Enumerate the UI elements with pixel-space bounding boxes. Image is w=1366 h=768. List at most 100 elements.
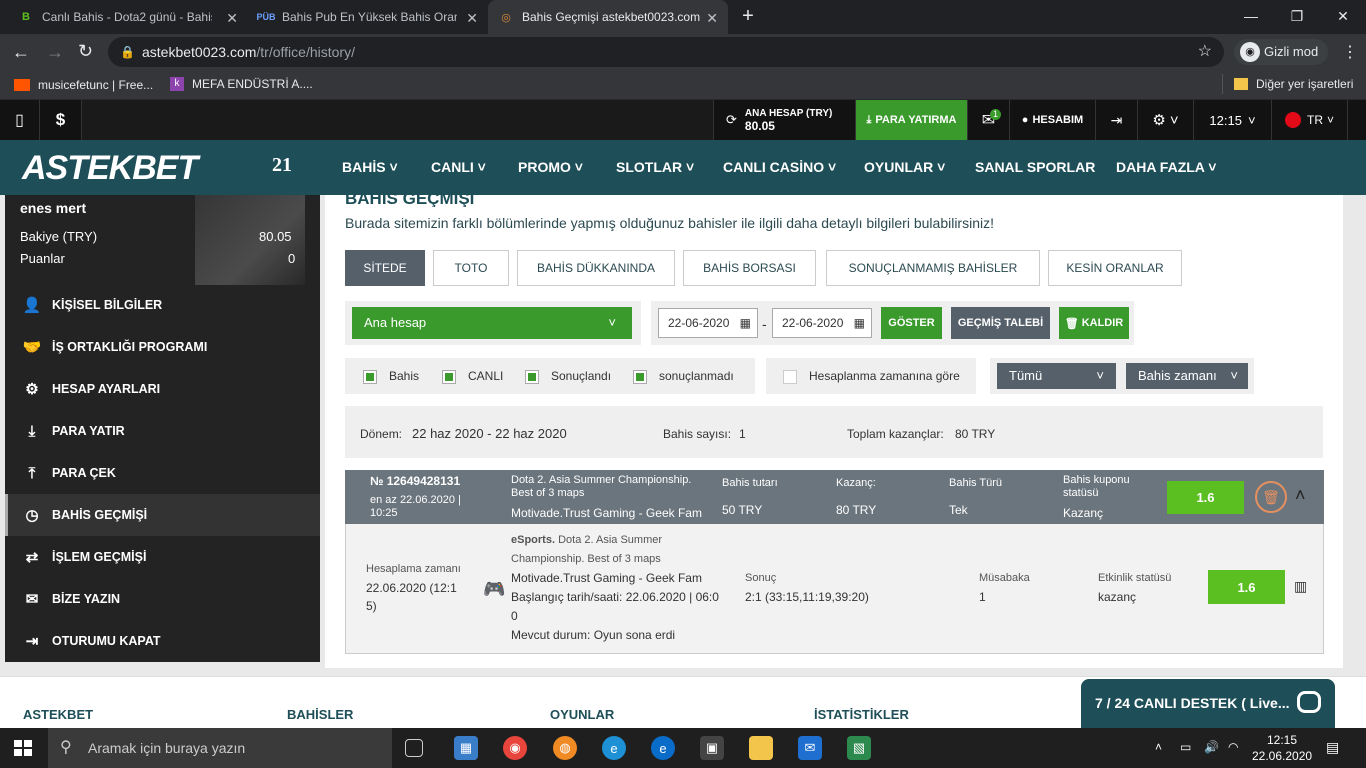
site-logo[interactable]: ASTEKBET (22, 148, 198, 188)
tray-chevron-icon[interactable]: ˄ (1155, 740, 1162, 754)
deposit-button[interactable]: ⤓ PARA YATIRMA (856, 100, 968, 140)
sidebar-item-contact[interactable]: ✉ BİZE YAZIN (5, 578, 320, 620)
taskbar-clock[interactable]: 12:15 22.06.2020 (1252, 732, 1312, 764)
bet-time-select[interactable]: Bahis zamanı ˅ (1126, 363, 1248, 389)
bar-chart-icon[interactable]: ▥ (1294, 578, 1307, 595)
tab-unsettled[interactable]: SONUÇLANMAMIŞ BAHİSLER (826, 250, 1040, 286)
menu-icon[interactable]: ⋮ (1342, 42, 1358, 62)
sidebar-item-bet-history[interactable]: ◷ BAHİS GEÇMİŞİ (5, 494, 320, 536)
sidebar-item-withdraw[interactable]: ⤒ PARA ÇEK (5, 452, 320, 494)
dollar-icon[interactable]: $ (40, 100, 82, 140)
handshake-icon: 🤝 (22, 339, 42, 356)
refresh-icon[interactable]: ⟳ (726, 112, 737, 128)
checkbox-by-calc-time[interactable]: Hesaplanma zamanına göre (783, 369, 960, 384)
mobile-icon[interactable]: ▯ (0, 100, 40, 140)
nav-bahis[interactable]: BAHİS ˅ (342, 140, 398, 195)
chrome-icon[interactable]: ◉ (503, 736, 527, 760)
new-tab-icon[interactable]: + (738, 6, 758, 26)
sidebar-item-deposit[interactable]: ⤓ PARA YATIR (5, 410, 320, 452)
remove-button[interactable]: 🗑 KALDIR (1059, 307, 1129, 339)
checkbox-bahis[interactable]: Bahis (363, 369, 419, 384)
sidebar-item-account-settings[interactable]: ⚙ HESAP AYARLARI (5, 368, 320, 410)
collapse-chevron-icon[interactable]: ˄ (1295, 485, 1306, 505)
incognito-indicator[interactable]: ◉ Gizli mod (1234, 39, 1329, 65)
nav-oyunlar[interactable]: OYUNLAR ˅ (864, 140, 945, 195)
clock-dropdown[interactable]: 12:15 ˅ (1194, 100, 1272, 140)
account-balance[interactable]: ⟳ ANA HESAP (TRY) 80.05 (714, 100, 856, 140)
close-tab-icon[interactable]: ✕ (706, 10, 718, 27)
date-from-input[interactable]: 22-06-2020 ▦ (658, 308, 758, 338)
tab-fixed-odds[interactable]: KESİN ORANLAR (1048, 250, 1182, 286)
wifi-icon[interactable]: ◠ (1228, 740, 1238, 754)
battery-icon[interactable]: ▭ (1180, 740, 1191, 754)
windows-start-icon[interactable] (14, 740, 32, 756)
sidebar-item-personal-info[interactable]: 👤 KİŞİSEL BİLGİLER (5, 284, 320, 326)
url-input[interactable]: 🔒 astekbet0023.com/tr/office/history/ ☆ (108, 37, 1224, 67)
internet-explorer-icon[interactable]: e (602, 736, 626, 760)
bet-count-value: 1 (739, 427, 746, 441)
browser-tab-active[interactable]: ◎ Bahis Geçmişi astekbet0023.com ✕ (488, 0, 728, 34)
all-select[interactable]: Tümü ˅ (997, 363, 1116, 389)
tab-bet-shop[interactable]: BAHİS DÜKKANINDA (517, 250, 675, 286)
forward-icon[interactable]: → (46, 42, 64, 62)
nav-slotlar[interactable]: SLOTLAR ˅ (616, 140, 694, 195)
logout-icon[interactable]: ⇥ (1096, 100, 1138, 140)
browser-tab[interactable]: B Canlı Bahis - Dota2 günü - Bahisl ✕ (8, 0, 248, 34)
account-select[interactable]: Ana hesap ˅ (352, 307, 632, 339)
mail-badge: 1 (990, 109, 1002, 120)
nav-daha-fazla[interactable]: DAHA FAZLA ˅ (1116, 140, 1216, 195)
bookmark-item[interactable]: musicefetunc | Free... (14, 78, 153, 92)
bookmarks-bar: musicefetunc | Free... k MEFA ENDÜSTRİ A… (0, 70, 1366, 100)
tab-bet-exchange[interactable]: BAHİS BORSASI (683, 250, 816, 286)
messages-button[interactable]: ✉ 1 (968, 100, 1010, 140)
nav-canli-casino[interactable]: CANLI CASİNO ˅ (723, 140, 836, 195)
bookmark-item[interactable]: k MEFA ENDÜSTRİ A.... (170, 77, 313, 91)
back-icon[interactable]: ← (12, 42, 30, 62)
chevron-down-icon: ˅ (1247, 112, 1256, 128)
bookmark-star-icon[interactable]: ☆ (1198, 37, 1212, 67)
minimize-icon[interactable]: — (1228, 4, 1274, 28)
task-view-icon[interactable] (405, 739, 423, 757)
app-icon[interactable]: ▧ (847, 736, 871, 760)
live-support-chat[interactable]: 7 / 24 CANLI DESTEK ( Live... (1081, 679, 1335, 728)
site-favicon-icon: B (22, 11, 30, 23)
tab-toto[interactable]: TOTO (433, 250, 509, 286)
checkbox-settled[interactable]: Sonuçlandı (525, 369, 611, 384)
volume-icon[interactable]: 🔊 (1204, 740, 1219, 754)
page-subtitle: Burada sitemizin farklı bölümlerinde yap… (345, 215, 994, 231)
other-bookmarks[interactable]: Diğer yer işaretleri (1234, 77, 1353, 91)
maximize-icon[interactable]: ❐ (1274, 4, 1320, 28)
notification-icon[interactable]: ▤ (1326, 739, 1339, 756)
mail-app-icon[interactable]: ✉ (798, 736, 822, 760)
tab-sitede[interactable]: SİTEDE (345, 250, 425, 286)
browser-tab[interactable]: PÜB Bahis Pub En Yüksek Bahis Oranla ✕ (248, 0, 488, 34)
sidebar-item-affiliate[interactable]: 🤝 İŞ ORTAKLIĞI PROGRAMI (5, 326, 320, 368)
nav-sanal-sporlar[interactable]: SANAL SPORLAR (975, 140, 1095, 195)
window-close-icon[interactable]: ✕ (1320, 4, 1366, 28)
nav-canli[interactable]: CANLI ˅ (431, 140, 486, 195)
checkbox-canli[interactable]: CANLI (442, 369, 503, 384)
reload-icon[interactable]: ↻ (78, 41, 93, 61)
checkbox-unsettled[interactable]: sonuçlanmadı (633, 369, 734, 384)
edge-icon[interactable]: e (651, 736, 675, 760)
chevron-down-icon: ˅ (1326, 113, 1334, 127)
logo-badge: 21 (272, 154, 292, 176)
taskbar-search-input[interactable]: ⚲ Aramak için buraya yazın (48, 728, 392, 768)
date-to-input[interactable]: 22-06-2020 ▦ (772, 308, 872, 338)
delete-bet-icon[interactable]: 🗑 (1255, 481, 1287, 513)
close-tab-icon[interactable]: ✕ (226, 10, 238, 27)
nav-promo[interactable]: PROMO ˅ (518, 140, 583, 195)
history-request-button[interactable]: GEÇMİŞ TALEBİ (951, 307, 1050, 339)
show-button[interactable]: GÖSTER (881, 307, 942, 339)
sidebar-item-logout[interactable]: ⇥ OTURUMU KAPAT (5, 620, 320, 662)
close-tab-icon[interactable]: ✕ (466, 10, 478, 27)
language-dropdown[interactable]: TR ˅ (1272, 100, 1348, 140)
control-panel-icon[interactable]: ▦ (454, 736, 478, 760)
points-label: Puanlar (20, 251, 65, 266)
my-account-button[interactable]: ● HESABIM (1010, 100, 1096, 140)
settings-gear-icon[interactable]: ⚙ ˅ (1138, 100, 1194, 140)
firefox-icon[interactable]: ◍ (553, 736, 577, 760)
file-explorer-icon[interactable] (749, 736, 773, 760)
store-icon[interactable]: ▣ (700, 736, 724, 760)
sidebar-item-transaction-history[interactable]: ⇄ İŞLEM GEÇMİŞİ (5, 536, 320, 578)
